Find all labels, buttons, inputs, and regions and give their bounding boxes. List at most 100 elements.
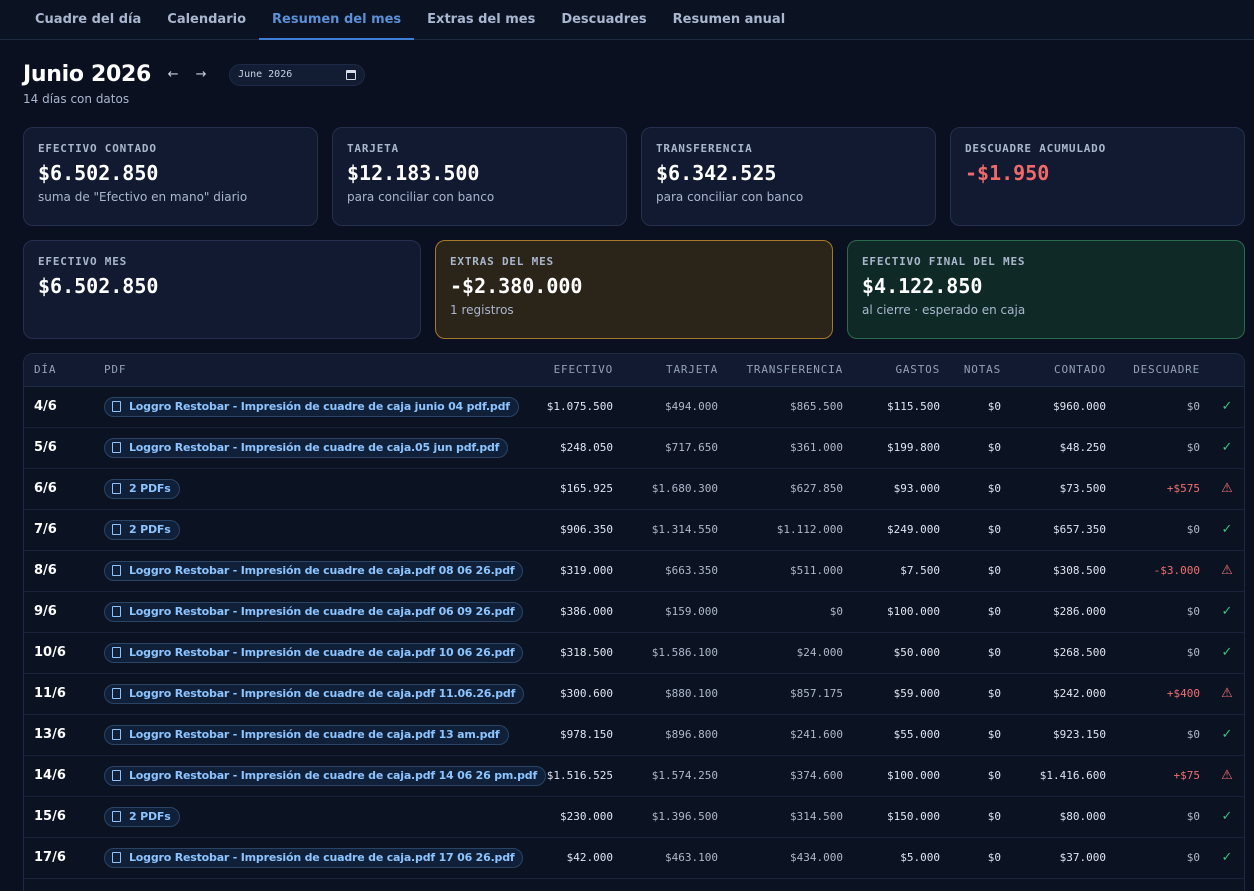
header-tarjeta: TARJETA bbox=[621, 354, 726, 387]
document-icon bbox=[112, 442, 121, 453]
document-icon bbox=[112, 729, 121, 740]
cell-pdf: Loggro Restobar - Impresión de cuadre de… bbox=[94, 386, 524, 428]
check-icon: ✓ bbox=[1221, 440, 1233, 455]
document-icon bbox=[112, 565, 121, 576]
cell-gastos: $100.000 bbox=[851, 755, 948, 797]
table-header-row: DÍA PDF EFECTIVO TARJETA TRANSFERENCIA G… bbox=[24, 354, 1244, 387]
header-gastos: GASTOS bbox=[851, 354, 948, 387]
cell-tarjeta: $717.650 bbox=[621, 427, 726, 469]
cell-notas: $0 bbox=[948, 386, 1009, 428]
cell-status: ✓ bbox=[1208, 509, 1244, 551]
pdf-link-label: Loggro Restobar - Impresión de cuadre de… bbox=[129, 851, 515, 864]
cell-notas: $0 bbox=[948, 632, 1009, 674]
cell-notas: $0 bbox=[948, 427, 1009, 469]
tab-cuadre-del-dia[interactable]: Cuadre del día bbox=[22, 0, 154, 39]
cell-day: 15/6 bbox=[24, 796, 94, 838]
tab-resumen-del-mes[interactable]: Resumen del mes bbox=[259, 0, 415, 40]
warning-triangle-icon: ⚠ bbox=[1221, 686, 1233, 701]
cell-day: 7/6 bbox=[24, 509, 94, 551]
document-icon bbox=[112, 811, 121, 822]
card-note: 1 registros bbox=[450, 303, 514, 317]
cell-day: 17/6 bbox=[24, 837, 94, 879]
month-picker-input[interactable]: June 2026 bbox=[229, 63, 366, 86]
tab-descuadres[interactable]: Descuadres bbox=[548, 0, 659, 39]
cell-gastos: $199.800 bbox=[851, 427, 948, 469]
card-efectivo-contado: EFECTIVO CONTADO $6.502.850 suma de "Efe… bbox=[23, 127, 318, 226]
cell-transferencia: $511.000 bbox=[726, 550, 851, 592]
pdf-link-label: Loggro Restobar - Impresión de cuadre de… bbox=[129, 769, 538, 782]
cell-status: ✓ bbox=[1208, 591, 1244, 633]
next-month-icon[interactable]: → bbox=[195, 67, 207, 82]
table-row[interactable]: 17/6 Loggro Restobar - Impresión de cuadr… bbox=[24, 837, 1244, 879]
cell-day: 6/6 bbox=[24, 468, 94, 510]
cell-efectivo: $318.500 bbox=[524, 632, 621, 674]
pdf-link[interactable]: Loggro Restobar - Impresión de cuadre de… bbox=[104, 683, 525, 704]
table-row[interactable]: 10/6 Loggro Restobar - Impresión de cuadr… bbox=[24, 632, 1244, 674]
table-row[interactable]: 8/6 Loggro Restobar - Impresión de cuadre… bbox=[24, 550, 1244, 592]
cell-pdf: Loggro Restobar - Impresión de cuadre de… bbox=[94, 714, 524, 756]
calendar-icon[interactable] bbox=[346, 69, 357, 80]
header-dia: DÍA bbox=[24, 354, 94, 387]
cell-notas: $0 bbox=[948, 509, 1009, 551]
month-header: Junio 2026 ← → June 2026 14 días con dat… bbox=[23, 62, 366, 106]
cell-transferencia: $857.175 bbox=[726, 673, 851, 715]
cell-status: ⚠ bbox=[1208, 468, 1244, 510]
tab-calendario[interactable]: Calendario bbox=[154, 0, 259, 39]
cell-transferencia: $434.000 bbox=[726, 837, 851, 879]
pdf-link[interactable]: Loggro Restobar - Impresión de cuadre de… bbox=[104, 642, 524, 663]
pdf-link[interactable]: Loggro Restobar - Impresión de cuadre de… bbox=[104, 437, 509, 458]
month-picker-value: June 2026 bbox=[238, 69, 293, 80]
pdf-link[interactable]: 2 PDFs bbox=[104, 806, 180, 827]
cell-descuadre: -$3.000 bbox=[1114, 550, 1208, 592]
cell-status: ✓ bbox=[1208, 386, 1244, 428]
cell-gastos: $55.000 bbox=[851, 714, 948, 756]
cell-day: 5/6 bbox=[24, 427, 94, 469]
table-row[interactable]: 6/6 2 PDFs $165.925 $1.680.300 $627.850 $93.0… bbox=[24, 468, 1244, 510]
document-icon bbox=[112, 688, 121, 699]
document-icon bbox=[112, 606, 121, 617]
cell-status: ⚠ bbox=[1208, 550, 1244, 592]
tab-resumen-anual[interactable]: Resumen anual bbox=[660, 0, 798, 39]
cell-status: ✓ bbox=[1208, 796, 1244, 838]
cell-transferencia: $865.500 bbox=[726, 386, 851, 428]
pdf-link[interactable]: Loggro Restobar - Impresión de cuadre de… bbox=[104, 724, 509, 745]
table-row[interactable]: 4/6 Loggro Restobar - Impresión de cuadre… bbox=[24, 386, 1244, 428]
cell-efectivo: $230.000 bbox=[524, 796, 621, 838]
card-value: $6.342.525 bbox=[656, 161, 777, 185]
cell-descuadre: $0 bbox=[1114, 386, 1208, 428]
cell-tarjeta: $880.100 bbox=[621, 673, 726, 715]
header-status bbox=[1208, 354, 1244, 387]
card-note: al cierre · esperado en caja bbox=[862, 303, 1026, 317]
table-row[interactable]: 14/6 Loggro Restobar - Impresión de cuadr… bbox=[24, 755, 1244, 797]
cell-descuadre: +$400 bbox=[1114, 673, 1208, 715]
cell-status: ✓ bbox=[1208, 427, 1244, 469]
cell-transferencia: $361.000 bbox=[726, 427, 851, 469]
table-row[interactable]: 5/6 Loggro Restobar - Impresión de cuadre… bbox=[24, 427, 1244, 469]
pdf-link[interactable]: Loggro Restobar - Impresión de cuadre de… bbox=[104, 765, 547, 786]
cell-efectivo: $248.050 bbox=[524, 427, 621, 469]
pdf-link[interactable]: 2 PDFs bbox=[104, 478, 180, 499]
cell-tarjeta: $1.680.300 bbox=[621, 468, 726, 510]
table-row[interactable]: 11/6 Loggro Restobar - Impresión de cuadr… bbox=[24, 673, 1244, 715]
card-tarjeta: TARJETA $12.183.500 para conciliar con b… bbox=[332, 127, 627, 226]
cell-gastos: $249.000 bbox=[851, 509, 948, 551]
pdf-link[interactable]: Loggro Restobar - Impresión de cuadre de… bbox=[104, 560, 524, 581]
table-row[interactable]: 13/6 Loggro Restobar - Impresión de cuadr… bbox=[24, 714, 1244, 756]
cell-pdf: 2 PDFs bbox=[94, 796, 524, 838]
table-row[interactable]: 7/6 2 PDFs $906.350 $1.314.550 $1.112.000 $24… bbox=[24, 509, 1244, 551]
document-icon bbox=[112, 524, 121, 535]
tab-extras-del-mes[interactable]: Extras del mes bbox=[414, 0, 548, 39]
card-value: $6.502.850 bbox=[38, 161, 159, 185]
pdf-link[interactable]: Loggro Restobar - Impresión de cuadre de… bbox=[104, 396, 519, 417]
pdf-link[interactable]: 2 PDFs bbox=[104, 519, 180, 540]
cell-contado: $268.500 bbox=[1009, 632, 1114, 674]
cell-day: 8/6 bbox=[24, 550, 94, 592]
card-extras-del-mes[interactable]: EXTRAS DEL MES -$2.380.000 1 registros bbox=[435, 240, 833, 339]
prev-month-icon[interactable]: ← bbox=[167, 67, 179, 82]
cell-gastos: $7.500 bbox=[851, 550, 948, 592]
table-row[interactable]: 15/6 2 PDFs $230.000 $1.396.500 $314.500 $150… bbox=[24, 796, 1244, 838]
cell-day: 11/6 bbox=[24, 673, 94, 715]
table-row[interactable]: 9/6 Loggro Restobar - Impresión de cuadre… bbox=[24, 591, 1244, 633]
pdf-link[interactable]: Loggro Restobar - Impresión de cuadre de… bbox=[104, 847, 524, 868]
pdf-link[interactable]: Loggro Restobar - Impresión de cuadre de… bbox=[104, 601, 524, 622]
